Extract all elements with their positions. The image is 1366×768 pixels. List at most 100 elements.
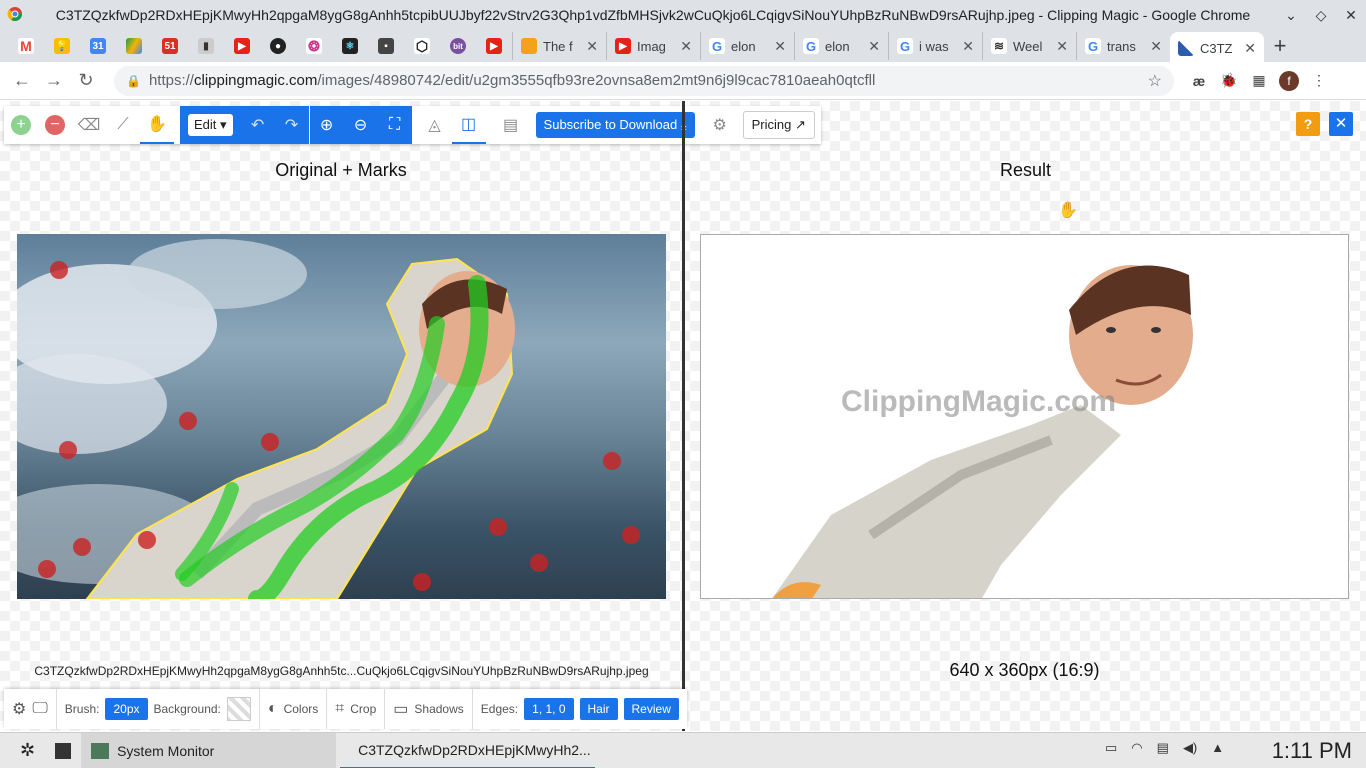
original-image-canvas[interactable] — [17, 234, 666, 599]
result-image-canvas[interactable]: ClippingMagic.com — [700, 234, 1349, 599]
profile-avatar[interactable]: f — [1274, 70, 1304, 91]
eraser-icon[interactable]: ⌫ — [72, 106, 106, 144]
view-split-icon[interactable]: ◫ — [451, 106, 486, 144]
colors-button[interactable]: ◐ Colors — [260, 689, 328, 729]
forward-icon[interactable]: → — [38, 70, 70, 91]
trello-tab[interactable]: ▮ — [188, 32, 224, 60]
menu-icon[interactable]: ⋮ — [1304, 72, 1334, 89]
clock[interactable]: 1:11 PM — [1272, 738, 1366, 764]
ae-extension-icon[interactable]: æ — [1184, 73, 1214, 89]
scalpel-icon[interactable]: ⟋ — [106, 106, 140, 144]
help-button[interactable]: ? — [1296, 112, 1320, 136]
battery-icon[interactable]: ▭ — [1100, 740, 1122, 756]
background-label: Background: — [153, 702, 221, 716]
background-swatch[interactable] — [226, 697, 251, 721]
close-tab-icon[interactable]: ✕ — [1056, 38, 1068, 55]
drive-icon — [126, 38, 142, 54]
browser-tab[interactable]: Gtrans ✕ — [1076, 32, 1170, 60]
zoom-out-icon[interactable]: ⊖ — [344, 106, 378, 144]
save-doc-icon[interactable]: ▤ — [494, 106, 528, 144]
react-tab[interactable]: ⚛ — [332, 32, 368, 60]
shadows-icon: ▭ — [393, 701, 409, 718]
drive-tab[interactable] — [116, 32, 152, 60]
terminal-icon[interactable] — [45, 733, 81, 768]
redo-icon[interactable]: ↷ — [275, 106, 309, 144]
window-title: C3TZQzkfwDp2RDxHEpjKMwyHh2qpgaM8ygG8gAnh… — [55, 7, 1251, 23]
close-window-icon[interactable]: ✕ — [1336, 7, 1366, 24]
clipboard-icon[interactable]: ▤ — [1152, 740, 1174, 756]
add-mark-icon[interactable]: + — [4, 106, 38, 144]
browser-tab[interactable]: The f ✕ — [512, 32, 606, 60]
shadows-button[interactable]: ▭ Shadows — [385, 689, 473, 729]
browser-tab[interactable]: ≋ Weel ✕ — [982, 32, 1076, 60]
panel-divider[interactable] — [682, 101, 685, 731]
review-button[interactable]: Review — [623, 698, 679, 720]
app-menu-icon[interactable]: ✲ — [10, 733, 45, 768]
bug-extension-icon[interactable]: 🐞 — [1214, 72, 1244, 89]
close-tab-icon[interactable]: ✕ — [680, 38, 692, 55]
app-tab[interactable]: 51 — [152, 32, 188, 60]
youtube-tab[interactable]: ▶ — [224, 32, 260, 60]
maximize-icon[interactable]: ◇ — [1306, 7, 1336, 24]
image-filename: C3TZQzkfwDp2RDxHEpjKMwyHh2qpgaM8ygG8gAnh… — [34, 664, 649, 678]
monitor-icon[interactable]: 🖵 — [32, 700, 47, 718]
hand-tool-icon[interactable]: ✋ — [140, 106, 174, 144]
pricing-button[interactable]: Pricing ↗ — [742, 111, 815, 139]
volume-icon[interactable]: ◀) — [1178, 740, 1202, 756]
edges-button[interactable]: 1, 1, 0 — [524, 698, 574, 720]
zoom-in-icon[interactable]: ⊕ — [310, 106, 344, 144]
close-tab-icon[interactable]: ✕ — [1244, 40, 1256, 57]
extension-icon[interactable]: ▦ — [1244, 72, 1274, 89]
minimize-icon[interactable]: ⌄ — [1276, 7, 1306, 24]
keep-tab[interactable]: 💡 — [44, 32, 80, 60]
view-single-icon[interactable]: ◬ — [418, 106, 452, 144]
batch-icon[interactable]: ⚙ — [703, 106, 737, 144]
browser-tab[interactable]: Gelon ✕ — [700, 32, 794, 60]
new-tab-button[interactable]: + — [1264, 33, 1296, 59]
result-panel-title: Result — [999, 160, 1052, 180]
close-tab-icon[interactable]: ✕ — [868, 38, 880, 55]
browser-tab[interactable]: ▶ Imag ✕ — [606, 32, 700, 60]
settings-icon[interactable]: ⚙ — [12, 699, 26, 719]
codesandbox-tab[interactable]: ⬡ — [404, 32, 440, 60]
youtube-tab-2[interactable]: ▶ — [476, 32, 512, 60]
star-icon[interactable]: ☆ — [1148, 71, 1162, 91]
browser-tab[interactable]: Gelon ✕ — [794, 32, 888, 60]
system-monitor-task[interactable]: System Monitor — [81, 732, 337, 768]
subscribe-download-button[interactable]: Subscribe to Download ⤓ — [535, 112, 695, 138]
hair-button[interactable]: Hair — [579, 698, 618, 720]
tray-expand-icon[interactable]: ▲ — [1206, 740, 1229, 756]
address-bar[interactable]: 🔒 https://clippingmagic.com/images/48980… — [114, 65, 1174, 96]
spinner-tab[interactable]: ❂ — [296, 32, 332, 60]
browser-tab[interactable]: Gi was ✕ — [888, 32, 982, 60]
brush-size-button[interactable]: 20px — [105, 698, 148, 720]
crop-button[interactable]: ⌗ Crop — [327, 689, 386, 729]
close-tab-icon[interactable]: ✕ — [586, 38, 598, 55]
lock-icon: 🔒 — [126, 73, 141, 88]
url-prefix: https:// — [148, 72, 194, 89]
edit-dropdown[interactable]: Edit ▾ — [188, 114, 233, 136]
undo-icon[interactable]: ↶ — [241, 106, 275, 144]
crop-icon: ⌗ — [335, 700, 345, 717]
wifi-icon[interactable]: ◠ — [1126, 740, 1147, 756]
save-tab[interactable]: ▪ — [368, 32, 404, 60]
browser-tab-active[interactable]: C3TZ ✕ — [1170, 32, 1264, 64]
bit-tab[interactable]: bit — [440, 32, 476, 60]
back-icon[interactable]: ← — [6, 70, 38, 91]
image-dimensions: 640 x 360px (16:9) — [949, 660, 1100, 680]
remove-mark-icon[interactable]: − — [38, 106, 72, 144]
reload-icon[interactable]: ↻ — [70, 70, 102, 91]
close-editor-button[interactable]: ✕ — [1329, 112, 1353, 136]
fit-icon[interactable]: ⛶ — [378, 106, 412, 144]
window-titlebar: C3TZQzkfwDp2RDxHEpjKMwyHh2qpgaM8ygG8gAnh… — [0, 0, 1366, 30]
close-tab-icon[interactable]: ✕ — [774, 38, 786, 55]
gmail-tab[interactable]: M — [8, 32, 44, 60]
close-tab-icon[interactable]: ✕ — [1150, 38, 1162, 55]
github-tab[interactable]: ● — [260, 32, 296, 60]
chrome-task[interactable]: C3TZQzkfwDp2RDxHEpjKMwyHh2... — [340, 733, 596, 768]
badge-icon: 51 — [162, 38, 178, 54]
calendar-tab[interactable]: 31 — [80, 32, 116, 60]
trello-icon: ▮ — [198, 38, 214, 54]
zoom-group: ⊕ ⊖ ⛶ — [309, 106, 412, 144]
close-tab-icon[interactable]: ✕ — [962, 38, 974, 55]
